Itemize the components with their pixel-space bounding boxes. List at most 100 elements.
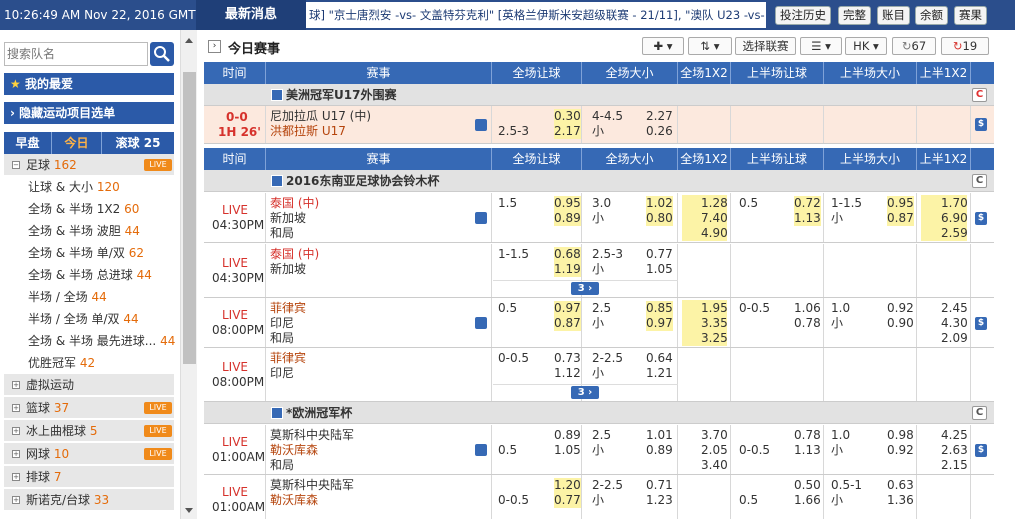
- hidden-sports-button[interactable]: › 隐藏运动项目选单: [4, 102, 174, 124]
- odds[interactable]: 0.95: [887, 196, 914, 211]
- balance-button[interactable]: 余额: [915, 6, 948, 25]
- odds[interactable]: 1.13: [794, 211, 821, 226]
- odds[interactable]: 0.50: [794, 478, 821, 493]
- odds[interactable]: 0.72: [794, 196, 821, 211]
- odds[interactable]: 0.89: [554, 211, 581, 226]
- tab-early[interactable]: 早盘: [4, 132, 52, 154]
- odds[interactable]: 2.09: [941, 331, 968, 346]
- odds[interactable]: 1.05: [646, 262, 673, 277]
- odds[interactable]: 0.78: [794, 316, 821, 331]
- odds[interactable]: 1.23: [646, 493, 673, 508]
- favorites-button[interactable]: ★ 我的最爱: [4, 73, 174, 95]
- odds[interactable]: 0.30: [554, 109, 581, 124]
- odds[interactable]: 1.36: [887, 493, 914, 508]
- refresh-league-icon[interactable]: C: [972, 406, 987, 420]
- odds[interactable]: 3.35: [701, 316, 728, 331]
- odds[interactable]: 0.97: [554, 301, 581, 316]
- odds[interactable]: 0.68: [554, 247, 581, 262]
- odds[interactable]: 0.77: [554, 493, 581, 508]
- odds[interactable]: 2.45: [941, 301, 968, 316]
- refresh-league-icon[interactable]: C: [972, 174, 987, 188]
- odds[interactable]: 2.05: [701, 443, 728, 458]
- odds[interactable]: 0.63: [887, 478, 914, 493]
- star-icon[interactable]: [475, 317, 487, 329]
- odds[interactable]: 3.25: [701, 331, 728, 346]
- league-row[interactable]: 2016东南亚足球协会铃木杯 C: [204, 170, 994, 192]
- odds[interactable]: 0.92: [887, 443, 914, 458]
- odds[interactable]: 1.02: [646, 196, 673, 211]
- dollar-icon[interactable]: $: [975, 444, 987, 457]
- odds[interactable]: 0.64: [646, 351, 673, 366]
- search-button[interactable]: [150, 42, 174, 66]
- odds[interactable]: 0.71: [646, 478, 673, 493]
- odds[interactable]: 0.87: [554, 316, 581, 331]
- odds[interactable]: 0.97: [646, 316, 673, 331]
- more-bets-button[interactable]: 3 ›: [571, 386, 599, 399]
- odds[interactable]: 0.89: [554, 428, 581, 443]
- refresh-live-button[interactable]: ↻19: [941, 37, 989, 55]
- refresh-button[interactable]: ↻67: [892, 37, 936, 55]
- market-item[interactable]: 全场 & 半场 1X2 60: [4, 198, 174, 220]
- full-button[interactable]: 完整: [838, 6, 871, 25]
- dollar-icon[interactable]: $: [975, 212, 987, 225]
- odds[interactable]: 0.80: [646, 211, 673, 226]
- more-bets-button[interactable]: 3 ›: [571, 282, 599, 295]
- sport-snooker[interactable]: + 斯诺克/台球 33: [4, 489, 174, 511]
- odds[interactable]: 1.05: [554, 443, 581, 458]
- scroll-up-icon[interactable]: [185, 38, 193, 43]
- market-item[interactable]: 让球 & 大小 120: [4, 176, 174, 198]
- odds[interactable]: 0.89: [646, 443, 673, 458]
- market-item[interactable]: 优胜冠军 42: [4, 352, 174, 374]
- odds[interactable]: 0.92: [887, 301, 914, 316]
- tab-live[interactable]: 滚球 25: [102, 132, 174, 154]
- star-icon[interactable]: [475, 444, 487, 456]
- market-item[interactable]: 半场 / 全场 44: [4, 286, 174, 308]
- odds[interactable]: 0.78: [794, 428, 821, 443]
- market-item[interactable]: 全场 & 半场 波胆 44: [4, 220, 174, 242]
- odds[interactable]: 0.77: [646, 247, 673, 262]
- scroll-down-icon[interactable]: [185, 508, 193, 513]
- tab-today[interactable]: 今日: [52, 132, 102, 154]
- odds[interactable]: 0.98: [887, 428, 914, 443]
- search-input[interactable]: [4, 42, 148, 66]
- account-button[interactable]: 账目: [877, 6, 910, 25]
- odds[interactable]: 2.15: [941, 458, 968, 473]
- odds[interactable]: 7.40: [701, 211, 728, 226]
- results-button[interactable]: 赛果: [954, 6, 987, 25]
- odds[interactable]: 3.40: [701, 458, 728, 473]
- odds[interactable]: 1.20: [554, 478, 581, 493]
- sport-volleyball[interactable]: + 排球 7: [4, 466, 174, 488]
- odds[interactable]: 4.30: [941, 316, 968, 331]
- odds[interactable]: 1.19: [554, 262, 581, 277]
- odds[interactable]: 0.95: [554, 196, 581, 211]
- news-ticker[interactable]: 球] "京士唐烈安 -vs- 文盖特芬克利" [英格兰伊斯米安超级联赛 - 21…: [306, 2, 766, 28]
- odds[interactable]: 1.21: [646, 366, 673, 381]
- odds[interactable]: 0.26: [646, 124, 673, 139]
- odds[interactable]: 4.25: [941, 428, 968, 443]
- star-icon[interactable]: [475, 212, 487, 224]
- odds[interactable]: 1.06: [794, 301, 821, 316]
- market-item[interactable]: 全场 & 半场 单/双 62: [4, 242, 174, 264]
- odds[interactable]: 4.90: [701, 226, 728, 241]
- sport-virtual[interactable]: + 虚拟运动: [4, 374, 174, 396]
- odds[interactable]: 1.70: [941, 196, 968, 211]
- odds[interactable]: 0.90: [887, 316, 914, 331]
- odds[interactable]: 2.27: [646, 109, 673, 124]
- market-item[interactable]: 全场 & 半场 最先进球... 44: [4, 330, 175, 352]
- odds[interactable]: 1.66: [794, 493, 821, 508]
- odds[interactable]: 1.12: [554, 366, 581, 381]
- odds[interactable]: 0.87: [887, 211, 914, 226]
- odds[interactable]: 6.90: [941, 211, 968, 226]
- odds[interactable]: 1.95: [701, 301, 728, 316]
- odds[interactable]: 2.59: [941, 226, 968, 241]
- odds[interactable]: 2.63: [941, 443, 968, 458]
- scroll-thumb[interactable]: [183, 72, 196, 364]
- add-button[interactable]: ✚ ▾: [642, 37, 684, 55]
- odds[interactable]: 1.13: [794, 443, 821, 458]
- sport-tennis[interactable]: + 网球 10 LIVE: [4, 443, 174, 465]
- sport-ice-hockey[interactable]: + 冰上曲棍球 5 LIVE: [4, 420, 174, 442]
- odds-type-select[interactable]: HK ▾: [845, 37, 887, 55]
- sport-basketball[interactable]: + 篮球 37 LIVE: [4, 397, 174, 419]
- odds[interactable]: 1.28: [701, 196, 728, 211]
- dollar-icon[interactable]: $: [975, 317, 987, 330]
